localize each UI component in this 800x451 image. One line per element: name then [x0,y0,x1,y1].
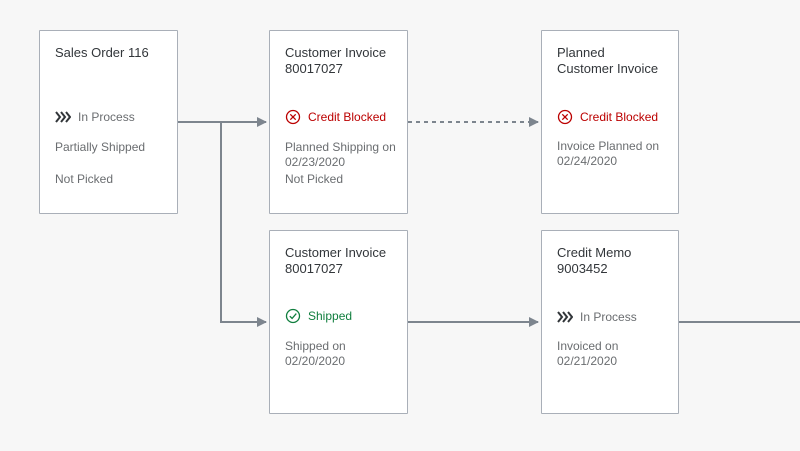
detail-line: Not Picked [55,172,114,186]
status-label: In Process [78,110,135,124]
node-credit-memo[interactable]: Credit Memo 9003452 In Process Invoiced … [541,230,679,414]
node-title: Planned Customer Invoice [557,45,659,76]
status-label: In Process [580,310,637,324]
detail-line: Invoiced on 02/21/2020 [557,339,619,368]
detail-line: Not Picked [285,172,344,186]
detail-line: Partially Shipped [55,140,146,154]
node-sales-order[interactable]: Sales Order 116 In Process Partially Shi… [39,30,178,214]
in-process-chevrons-icon [557,309,573,325]
status-row: Shipped [285,308,352,324]
node-title: Customer Invoice 80017027 [285,45,387,76]
detail-line: Shipped on 02/20/2020 [285,339,346,368]
error-circle-icon [285,109,301,125]
node-title: Credit Memo 9003452 [557,245,632,276]
error-circle-icon [557,109,573,125]
status-row: In Process [55,109,135,125]
status-row: Credit Blocked [285,109,386,125]
node-customer-invoice-blocked[interactable]: Customer Invoice 80017027 Credit Blocked… [269,30,408,214]
node-title: Customer Invoice 80017027 [285,245,387,276]
status-row: Credit Blocked [557,109,658,125]
node-planned-customer-invoice[interactable]: Planned Customer Invoice Credit Blocked … [541,30,679,214]
process-flow-canvas: Sales Order 116 In Process Partially Shi… [0,0,800,451]
status-label: Credit Blocked [308,110,387,124]
detail-line: Invoice Planned on 02/24/2020 [557,139,660,168]
detail-line: Planned Shipping on 02/23/2020 [285,140,396,169]
in-process-chevrons-icon [55,109,71,125]
node-customer-invoice-shipped[interactable]: Customer Invoice 80017027 Shipped Shippe… [269,230,408,414]
status-row: In Process [557,309,637,325]
status-label: Shipped [308,309,353,323]
node-title: Sales Order 116 [55,45,149,60]
success-check-icon [285,308,301,324]
status-label: Credit Blocked [580,110,659,124]
connector-sales-to-shipped [220,122,267,327]
